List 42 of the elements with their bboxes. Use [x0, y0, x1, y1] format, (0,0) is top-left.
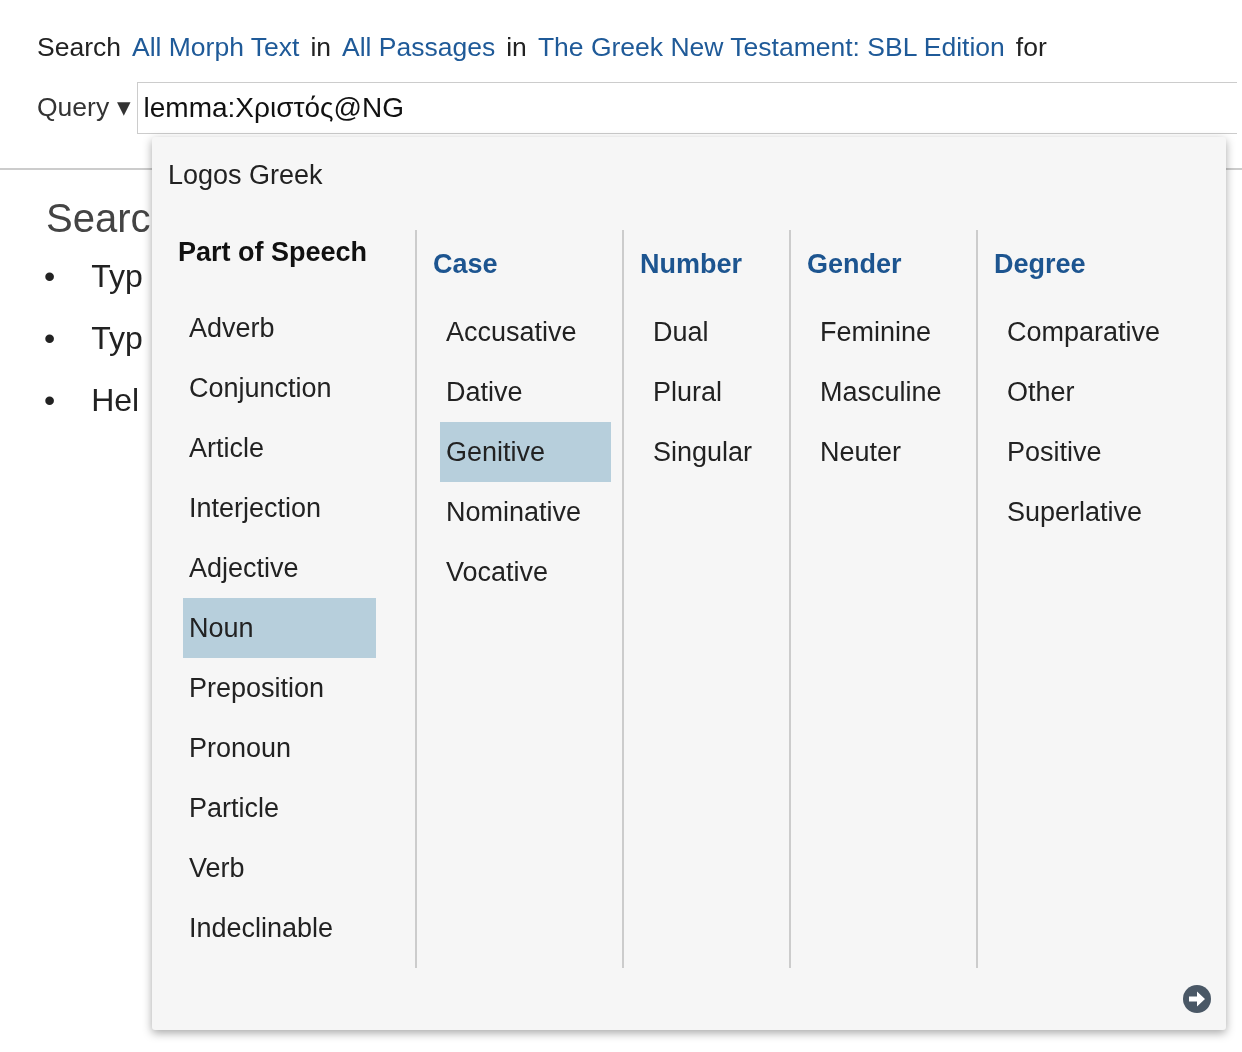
- column-heading: Part of Speech: [178, 235, 369, 269]
- search-sentence-text: in: [506, 31, 527, 64]
- menu-item[interactable]: Accusative: [440, 302, 611, 362]
- menu-item[interactable]: Genitive: [440, 422, 611, 482]
- menu-item[interactable]: Conjunction: [183, 358, 376, 418]
- scope-link[interactable]: All Passages: [342, 28, 496, 68]
- menu-item[interactable]: Vocative: [440, 542, 611, 602]
- menu-item[interactable]: Interjection: [183, 478, 376, 538]
- column-heading: Degree: [994, 247, 1087, 281]
- menu-item[interactable]: Nominative: [440, 482, 611, 542]
- menu-title: Logos Greek: [167, 159, 324, 192]
- column-heading: Number: [640, 247, 743, 281]
- column-heading: Case: [433, 247, 499, 281]
- help-item-text: Typ: [91, 256, 143, 296]
- scope-link[interactable]: All Morph Text: [131, 28, 300, 68]
- menu-item[interactable]: Pronoun: [183, 718, 376, 778]
- menu-item[interactable]: Adverb: [183, 298, 376, 358]
- menu-item[interactable]: Preposition: [183, 658, 376, 718]
- query-input[interactable]: lemma:Χριστός@NG: [136, 81, 1237, 134]
- query-type-dropdown[interactable]: Query ▾: [37, 87, 131, 128]
- menu-item[interactable]: Dative: [440, 362, 611, 422]
- bullet-mark: •: [44, 380, 56, 420]
- bullet-mark: •: [44, 318, 56, 358]
- help-item-text: Hel: [91, 380, 140, 420]
- scope-link[interactable]: The Greek New Testament: SBL Edition: [537, 28, 1005, 68]
- column-heading: Gender: [807, 247, 903, 281]
- bullet-mark: •: [44, 256, 56, 296]
- help-heading: Searc: [46, 194, 151, 242]
- search-sentence-text: for: [1015, 31, 1047, 64]
- search-sentence-text: in: [310, 31, 332, 64]
- menu-item[interactable]: Comparative: [1001, 302, 1172, 362]
- menu-item[interactable]: Other: [1001, 362, 1172, 422]
- menu-item[interactable]: Verb: [183, 838, 376, 898]
- menu-item[interactable]: Superlative: [1001, 482, 1172, 542]
- menu-item[interactable]: Adjective: [183, 538, 376, 598]
- menu-item[interactable]: Particle: [183, 778, 376, 838]
- search-sentence-text: Search: [37, 31, 121, 64]
- menu-item[interactable]: Positive: [1001, 422, 1172, 482]
- menu-item[interactable]: Noun: [183, 598, 376, 658]
- menu-item[interactable]: Article: [183, 418, 376, 478]
- menu-item[interactable]: Indeclinable: [183, 898, 376, 958]
- help-item-text: Typ: [91, 318, 143, 358]
